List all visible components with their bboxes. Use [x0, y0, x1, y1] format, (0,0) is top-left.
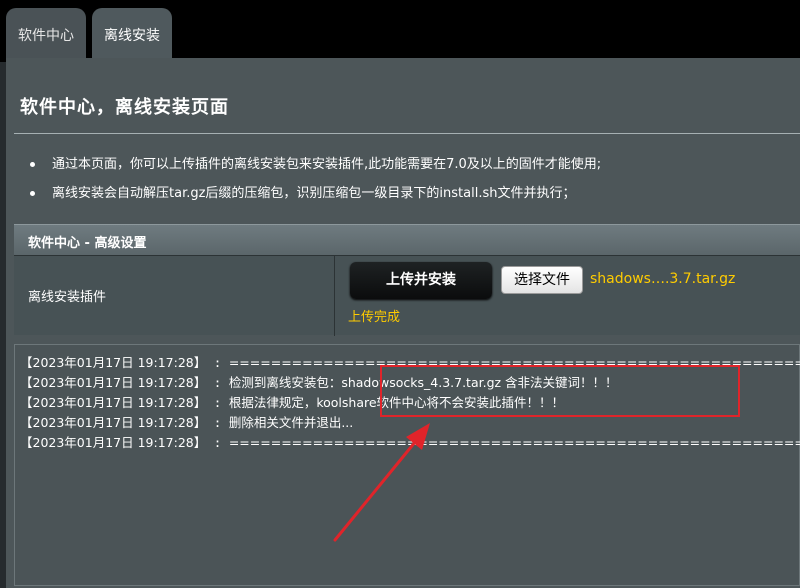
annotation-arrow-icon	[333, 423, 430, 542]
